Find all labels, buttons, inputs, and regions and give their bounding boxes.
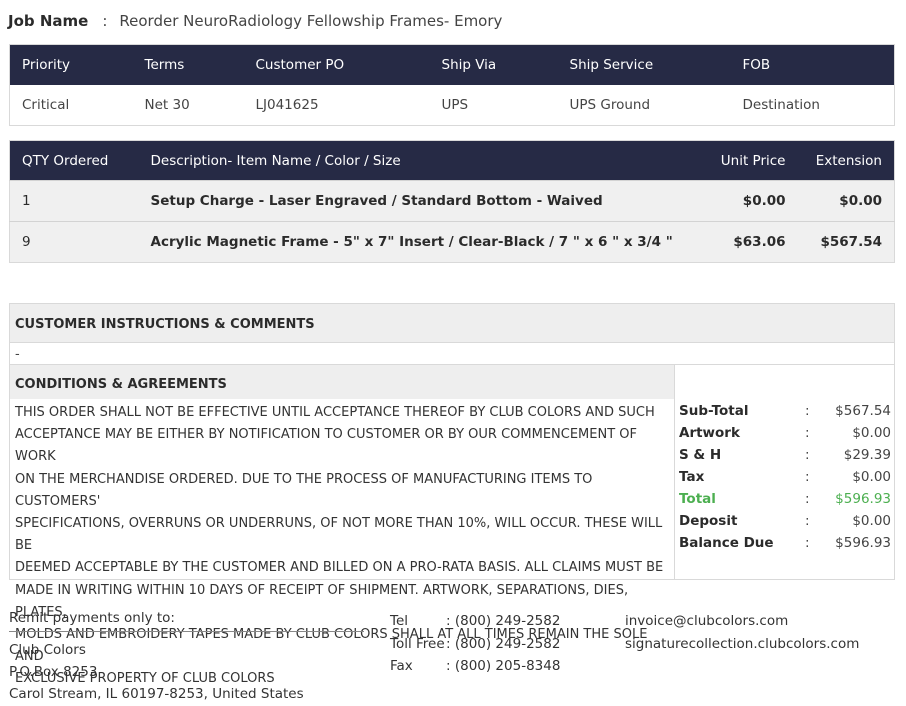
totals-value: $0.00 xyxy=(852,425,891,441)
totals-separator: : xyxy=(805,535,810,551)
customer-po-value: LJ041625 xyxy=(243,84,430,126)
contact-value: : (800) 249-2582 xyxy=(446,613,561,629)
totals-row-artwork: Artwork : $0.00 xyxy=(679,422,891,444)
remit-title: Remit payments only to: xyxy=(9,610,364,632)
web-contact: invoice@clubcolors.com signaturecollecti… xyxy=(625,610,859,656)
totals-value: $596.93 xyxy=(835,535,891,551)
remit-po-box: P.O.Box 8253 xyxy=(9,664,98,680)
fob-value: Destination xyxy=(730,84,895,126)
totals-separator: : xyxy=(805,513,810,529)
item-qty: 1 xyxy=(9,180,139,222)
table-row: 9 Acrylic Magnetic Frame - 5" x 7" Inser… xyxy=(9,221,895,263)
qty-header: QTY Ordered xyxy=(9,140,139,181)
totals-label: Artwork xyxy=(679,425,740,441)
job-name-label: Job Name xyxy=(8,12,89,30)
fob-header: FOB xyxy=(730,44,895,85)
totals-separator: : xyxy=(805,403,810,419)
totals-row-deposit: Deposit : $0.00 xyxy=(679,510,891,532)
description-header: Description- Item Name / Color / Size xyxy=(138,140,676,181)
totals-value: $596.93 xyxy=(835,491,891,507)
totals-panel: Sub-Total : $567.54 Artwork : $0.00 S & … xyxy=(674,365,894,579)
remit-city: Carol Stream, IL 60197-8253, United Stat… xyxy=(9,686,304,702)
item-unit-price: $0.00 xyxy=(675,180,798,222)
conditions-section: CONDITIONS & AGREEMENTS THIS ORDER SHALL… xyxy=(9,364,895,686)
totals-value: $29.39 xyxy=(843,447,891,463)
item-extension: $567.54 xyxy=(797,221,895,263)
order-info-header-row: Priority Terms Customer PO Ship Via Ship… xyxy=(9,44,895,85)
totals-table: Sub-Total : $567.54 Artwork : $0.00 S & … xyxy=(679,400,891,554)
totals-label: S & H xyxy=(679,447,722,463)
customer-instructions-section: CUSTOMER INSTRUCTIONS & COMMENTS - xyxy=(9,303,895,365)
contact-label: Tel xyxy=(390,613,409,629)
contact-label: Fax xyxy=(390,658,413,674)
totals-row-total: Total : $596.93 xyxy=(679,488,891,510)
totals-separator: : xyxy=(805,447,810,463)
totals-separator: : xyxy=(805,491,810,507)
contact-tel: Tel : (800) 249-2582 xyxy=(390,610,560,633)
contact-label: Toll Free xyxy=(390,635,445,652)
contact-toll-free: Toll Free : (800) 249-2582 xyxy=(390,633,560,656)
items-header-row: QTY Ordered Description- Item Name / Col… xyxy=(9,140,895,181)
items-table: QTY Ordered Description- Item Name / Col… xyxy=(9,140,895,263)
contact-numbers: Tel : (800) 249-2582 Toll Free : (800) 2… xyxy=(390,610,560,678)
totals-value: $0.00 xyxy=(852,513,891,529)
conditions-line: ACCEPTANCE MAY BE EITHER BY NOTIFICATION… xyxy=(15,427,637,465)
ship-service-value: UPS Ground xyxy=(557,84,731,126)
item-qty: 9 xyxy=(9,221,139,263)
contact-value: : (800) 205-8348 xyxy=(446,658,561,674)
contact-value: : (800) 249-2582 xyxy=(446,635,561,652)
remit-company: Club Colors xyxy=(9,642,86,658)
totals-label: Sub-Total xyxy=(679,403,749,419)
priority-header: Priority xyxy=(9,44,133,85)
extension-header: Extension xyxy=(797,140,895,181)
website-link[interactable]: signaturecollection.clubcolors.com xyxy=(625,633,859,656)
totals-label: Deposit xyxy=(679,513,738,529)
order-info-row: Critical Net 30 LJ041625 UPS UPS Ground … xyxy=(9,84,895,126)
table-row: 1 Setup Charge - Laser Engraved / Standa… xyxy=(9,180,895,222)
job-name-line: Job Name : Reorder NeuroRadiology Fellow… xyxy=(8,11,502,31)
email-link[interactable]: invoice@clubcolors.com xyxy=(625,610,859,633)
totals-row-tax: Tax : $0.00 xyxy=(679,466,891,488)
contact-fax: Fax : (800) 205-8348 xyxy=(390,655,560,678)
conditions-line: THIS ORDER SHALL NOT BE EFFECTIVE UNTIL … xyxy=(15,405,655,420)
totals-separator: : xyxy=(805,469,810,485)
item-unit-price: $63.06 xyxy=(675,221,798,263)
priority-value: Critical xyxy=(9,84,133,126)
totals-value: $567.54 xyxy=(835,403,891,419)
conditions-title: CONDITIONS & AGREEMENTS xyxy=(10,365,674,399)
instructions-body: - xyxy=(10,342,894,362)
conditions-line: DEEMED ACCEPTABLE BY THE CUSTOMER AND BI… xyxy=(15,560,664,576)
customer-po-header: Customer PO xyxy=(243,44,430,85)
totals-row-shipping: S & H : $29.39 xyxy=(679,444,891,466)
totals-label: Total xyxy=(679,491,716,507)
totals-row-balance-due: Balance Due : $596.93 xyxy=(679,532,891,554)
ship-via-header: Ship Via xyxy=(429,44,558,85)
terms-value: Net 30 xyxy=(132,84,244,126)
totals-label: Balance Due xyxy=(679,535,774,551)
totals-value: $0.00 xyxy=(852,469,891,485)
item-description: Acrylic Magnetic Frame - 5" x 7" Insert … xyxy=(138,221,676,263)
totals-row-subtotal: Sub-Total : $567.54 xyxy=(679,400,891,422)
job-name-value: Reorder NeuroRadiology Fellowship Frames… xyxy=(119,12,503,30)
unit-price-header: Unit Price xyxy=(675,140,798,181)
item-description: Setup Charge - Laser Engraved / Standard… xyxy=(138,180,676,222)
remit-address: Remit payments only to: Club Colors P.O.… xyxy=(9,610,364,705)
ship-service-header: Ship Service xyxy=(557,44,731,85)
job-name-separator: : xyxy=(102,12,108,30)
order-info-table: Priority Terms Customer PO Ship Via Ship… xyxy=(9,44,895,126)
terms-header: Terms xyxy=(132,44,244,85)
conditions-panel: CONDITIONS & AGREEMENTS THIS ORDER SHALL… xyxy=(10,365,674,686)
ship-via-value: UPS xyxy=(429,84,558,126)
totals-separator: : xyxy=(805,425,810,441)
totals-label: Tax xyxy=(679,469,705,485)
conditions-line: SPECIFICATIONS, OVERRUNS OR UNDERRUNS, O… xyxy=(15,516,663,554)
item-extension: $0.00 xyxy=(797,180,895,222)
instructions-title: CUSTOMER INSTRUCTIONS & COMMENTS xyxy=(10,304,894,342)
conditions-line: ON THE MERCHANDISE ORDERED. DUE TO THE P… xyxy=(15,471,593,509)
